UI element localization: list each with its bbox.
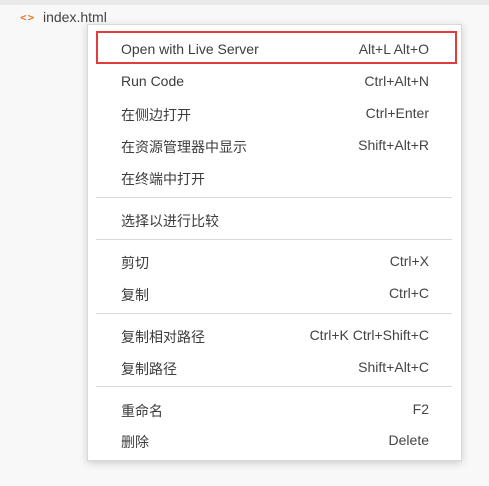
menu-item-open-in-terminal[interactable]: 在终端中打开 <box>88 163 461 191</box>
menu-item-reveal-in-explorer[interactable]: 在资源管理器中显示 Shift+Alt+R <box>88 131 461 159</box>
menu-item-shortcut: Shift+Alt+R <box>358 137 429 153</box>
menu-item-label: 在终端中打开 <box>121 171 205 187</box>
menu-item-shortcut: Ctrl+Enter <box>365 105 429 121</box>
menu-separator <box>96 386 452 387</box>
menu-item-open-to-side[interactable]: 在侧边打开 Ctrl+Enter <box>88 99 461 127</box>
menu-item-shortcut: Delete <box>388 432 429 448</box>
menu-item-label: 复制相对路径 <box>121 329 205 345</box>
menu-item-label: 在资源管理器中显示 <box>121 139 247 155</box>
menu-item-label: 复制 <box>121 287 149 303</box>
menu-separator <box>96 197 452 198</box>
menu-item-label: 重命名 <box>121 403 163 419</box>
menu-item-delete[interactable]: 删除 Delete <box>88 426 461 454</box>
menu-item-copy-relative-path[interactable]: 复制相对路径 Ctrl+K Ctrl+Shift+C <box>88 321 461 349</box>
context-menu: Open with Live Server Alt+L Alt+O Run Co… <box>87 24 462 461</box>
menu-item-label: 复制路径 <box>121 361 177 377</box>
menu-item-label: 删除 <box>121 434 149 450</box>
code-file-icon: <> <box>20 11 36 24</box>
menu-item-label: Open with Live Server <box>121 41 259 57</box>
menu-item-label: 选择以进行比较 <box>121 213 219 229</box>
menu-item-rename[interactable]: 重命名 F2 <box>88 395 461 423</box>
menu-item-copy[interactable]: 复制 Ctrl+C <box>88 279 461 307</box>
menu-separator <box>96 313 452 314</box>
menu-item-shortcut: Shift+Alt+C <box>358 359 429 375</box>
menu-item-open-with-live-server[interactable]: Open with Live Server Alt+L Alt+O <box>88 35 461 63</box>
top-strip <box>0 0 489 5</box>
menu-item-shortcut: F2 <box>412 401 429 417</box>
file-name: index.html <box>43 9 107 25</box>
menu-item-label: 剪切 <box>121 255 149 271</box>
menu-item-label: Run Code <box>121 73 185 89</box>
menu-item-label: 在侧边打开 <box>121 107 191 123</box>
menu-item-shortcut: Ctrl+X <box>389 253 429 269</box>
menu-item-copy-path[interactable]: 复制路径 Shift+Alt+C <box>88 353 461 381</box>
menu-item-shortcut: Ctrl+K Ctrl+Shift+C <box>309 327 429 343</box>
menu-item-shortcut: Ctrl+Alt+N <box>364 73 429 89</box>
menu-separator <box>96 239 452 240</box>
menu-item-shortcut: Ctrl+C <box>388 285 429 301</box>
menu-item-shortcut: Alt+L Alt+O <box>358 41 429 57</box>
menu-item-select-for-compare[interactable]: 选择以进行比较 <box>88 205 461 233</box>
menu-item-run-code[interactable]: Run Code Ctrl+Alt+N <box>88 67 461 95</box>
menu-item-cut[interactable]: 剪切 Ctrl+X <box>88 247 461 275</box>
